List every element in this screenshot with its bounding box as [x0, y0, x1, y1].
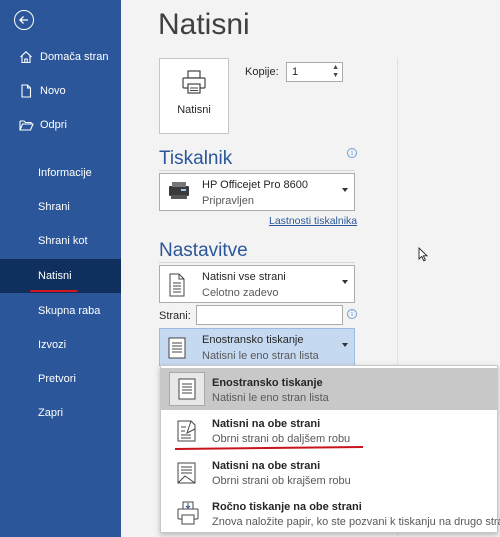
new-document-icon: [18, 83, 34, 99]
sidebar-item-home[interactable]: Domača stran: [0, 41, 121, 73]
duplex-dropdown[interactable]: Enostransko tiskanje Natisni le eno stra…: [159, 328, 355, 366]
print-range-value: Natisni vse strani: [202, 271, 286, 283]
chevron-down-icon: [342, 343, 348, 347]
page-title: Natisni: [158, 8, 250, 41]
duplex-description: Natisni le eno stran lista: [202, 350, 319, 362]
sidebar-item-new[interactable]: Novo: [0, 75, 121, 107]
option-title: Ročno tiskanje na obe strani: [212, 501, 362, 513]
annotation-underline: [30, 290, 78, 292]
chevron-down-icon: [342, 280, 348, 284]
duplex-short-edge-icon: [172, 457, 204, 489]
settings-section-title: Nastavitve: [159, 240, 248, 261]
sidebar-item-label: Zapri: [38, 407, 64, 419]
printer-status: Pripravljen: [202, 195, 254, 207]
mouse-cursor-icon: [418, 246, 429, 265]
printer-dropdown[interactable]: HP Officejet Pro 8600 Pripravljen: [159, 173, 355, 211]
backstage-sidebar: Domača stran Novo Odpri Informacije Shra…: [0, 0, 121, 537]
folder-open-icon: [18, 117, 34, 133]
info-icon[interactable]: i: [347, 309, 357, 319]
sidebar-item-label: Izvozi: [38, 339, 67, 351]
option-subtitle: Natisni le eno stran lista: [212, 392, 329, 404]
sidebar-item-save[interactable]: Shrani: [0, 191, 121, 223]
print-button-label: Natisni: [177, 104, 211, 116]
sidebar-item-transform[interactable]: Pretvori: [0, 363, 121, 395]
printer-name: HP Officejet Pro 8600: [202, 179, 308, 191]
sidebar-item-label: Pretvori: [38, 373, 76, 385]
option-title: Natisni na obe strani: [212, 418, 321, 430]
option-manual-duplex[interactable]: Ročno tiskanje na obe strani Znova nalož…: [161, 492, 500, 534]
copies-label: Kopije:: [245, 66, 279, 78]
manual-duplex-icon: [172, 498, 204, 530]
pages-icon: [166, 272, 188, 301]
spin-arrows-icon[interactable]: ▲ ▼: [332, 64, 339, 80]
option-title: Natisni na obe strani: [212, 460, 321, 472]
pages-input[interactable]: [196, 305, 343, 325]
sidebar-item-open[interactable]: Odpri: [0, 109, 121, 141]
option-subtitle: Obrni strani ob krajšem robu: [212, 475, 351, 487]
pages-label: Strani:: [159, 310, 191, 322]
sidebar-item-label: Shrani: [38, 201, 70, 213]
info-icon[interactable]: i: [347, 148, 357, 158]
option-single-sided[interactable]: Enostransko tiskanje Natisni le eno stra…: [161, 368, 497, 410]
single-sided-icon: [166, 335, 188, 364]
print-button[interactable]: Natisni: [159, 58, 229, 134]
option-duplex-short-edge[interactable]: Natisni na obe strani Obrni strani ob kr…: [161, 451, 497, 493]
copies-value: 1: [292, 66, 299, 78]
sidebar-item-label: Domača stran: [40, 51, 109, 63]
sidebar-item-label: Natisni: [38, 270, 72, 282]
sidebar-item-label: Shrani kot: [38, 235, 88, 247]
option-subtitle: Znova naložite papir, ko ste pozvani k t…: [212, 516, 500, 528]
home-icon: [18, 49, 34, 65]
duplex-long-edge-icon: [172, 415, 204, 447]
back-arrow-icon[interactable]: [14, 10, 34, 30]
sidebar-item-label: Informacije: [38, 167, 92, 179]
print-range-dropdown[interactable]: Natisni vse strani Celotno zadevo: [159, 265, 355, 303]
option-duplex-long-edge[interactable]: Natisni na obe strani Obrni strani ob da…: [161, 409, 497, 451]
sidebar-item-export[interactable]: Izvozi: [0, 329, 121, 361]
duplex-value: Enostransko tiskanje: [202, 334, 304, 346]
sidebar-item-save-as[interactable]: Shrani kot: [0, 225, 121, 257]
printer-section-title: Tiskalnik: [159, 148, 233, 169]
printer-properties-link[interactable]: Lastnosti tiskalnika: [269, 215, 357, 227]
print-range-description: Celotno zadevo: [202, 287, 279, 299]
option-title: Enostransko tiskanje: [212, 377, 323, 389]
sidebar-item-label: Novo: [40, 85, 66, 97]
divider: [159, 170, 355, 171]
sidebar-item-label: Odpri: [40, 119, 67, 131]
sidebar-item-close[interactable]: Zapri: [0, 397, 121, 429]
single-sided-icon: [169, 372, 205, 406]
printer-icon: [181, 69, 207, 98]
divider: [159, 262, 355, 263]
option-subtitle: Obrni strani ob daljšem robu: [212, 433, 351, 445]
sidebar-item-info[interactable]: Informacije: [0, 157, 121, 189]
printer-device-icon: [166, 180, 192, 207]
chevron-down-icon: [342, 188, 348, 192]
copies-stepper[interactable]: 1 ▲ ▼: [286, 62, 343, 82]
sidebar-item-label: Skupna raba: [38, 305, 101, 317]
sidebar-item-share[interactable]: Skupna raba: [0, 295, 121, 327]
sidebar-item-print[interactable]: Natisni: [0, 259, 121, 293]
